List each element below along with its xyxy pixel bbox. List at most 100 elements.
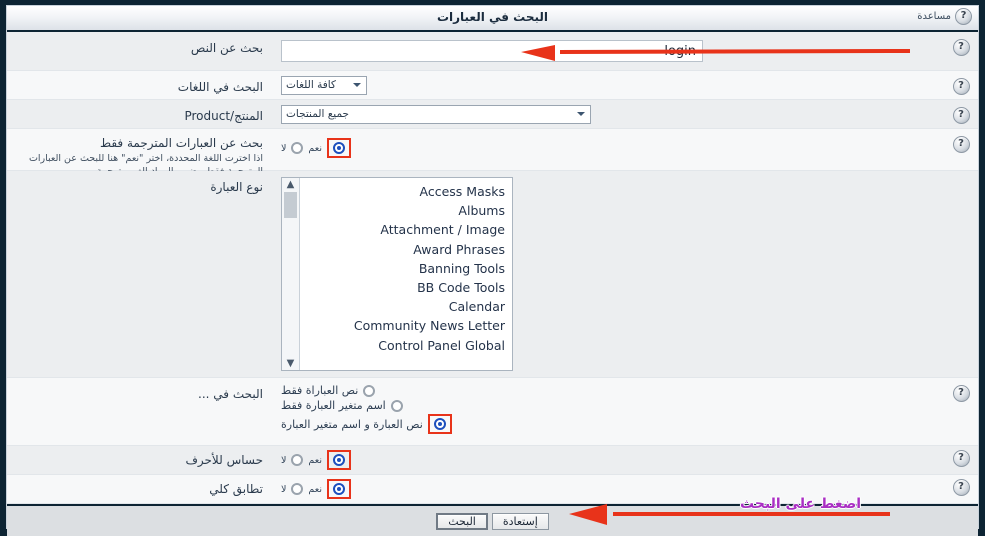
- list-item[interactable]: Attachment / Image: [304, 220, 505, 239]
- language-select-value: كافة اللغات: [286, 79, 336, 91]
- row-help-exact-match[interactable]: [944, 475, 978, 503]
- list-item[interactable]: Control Panel Global: [304, 336, 505, 355]
- question-mark-icon[interactable]: [952, 107, 970, 124]
- case-sensitive-yes-radio[interactable]: [332, 454, 345, 466]
- case-sensitive-yes-label: نعم: [308, 454, 322, 466]
- phrase-type-listbox[interactable]: ▲ ▼ Access Masks Albums Attachment / Ima…: [281, 177, 513, 371]
- field-search-languages: كافة اللغات: [273, 71, 944, 99]
- window-frame: البحث في العبارات مساعدة بحث عن النص: [0, 0, 985, 536]
- field-case-sensitive: نعم لا: [273, 446, 944, 474]
- translated-only-radio-group: نعم لا: [281, 138, 351, 158]
- product-select[interactable]: جميع المنتجات: [281, 104, 591, 124]
- label-case-sensitive: حساس للأحرف: [185, 453, 263, 467]
- exact-match-yes-label: نعم: [308, 483, 322, 495]
- label-exact-match: تطابق كلي: [209, 482, 263, 496]
- highlight-box-case-sensitive-yes: [326, 450, 351, 470]
- row-exact-match: نعم لا تطابق كلي: [7, 475, 978, 504]
- search-text-input[interactable]: [281, 40, 703, 62]
- search-in-radio-group: نص العباراة فقط اسم متغير العبارة فقط نص…: [281, 384, 452, 434]
- search-in-option-2[interactable]: نص العبارة و اسم متغير العبارة: [281, 414, 452, 434]
- question-mark-icon[interactable]: [952, 78, 970, 95]
- case-sensitive-no-label: لا: [281, 454, 287, 466]
- translated-only-yes-label: نعم: [308, 142, 322, 154]
- language-select[interactable]: كافة اللغات: [281, 75, 367, 95]
- chevron-down-icon: [352, 80, 363, 91]
- exact-match-no-radio[interactable]: [291, 483, 304, 495]
- translated-only-no-label: لا: [281, 142, 287, 154]
- search-in-radio-1[interactable]: [390, 399, 403, 412]
- field-exact-match: نعم لا: [273, 475, 944, 503]
- chevron-down-icon[interactable]: ▼: [287, 359, 295, 369]
- field-translated-only: نعم لا: [273, 129, 944, 170]
- highlight-box-exact-match-yes: [326, 479, 351, 499]
- search-in-label-0: نص العباراة فقط: [281, 384, 359, 397]
- field-phrase-type: ▲ ▼ Access Masks Albums Attachment / Ima…: [273, 171, 944, 377]
- list-item[interactable]: Community News Letter: [304, 316, 505, 335]
- label-translated-only-main: بحث عن العبارات المترجمة فقط: [99, 136, 263, 150]
- highlight-box-search-in-selected: [427, 414, 452, 434]
- row-product: جميع المنتجات المنتج/Product: [7, 100, 978, 129]
- translated-only-no-radio[interactable]: [291, 142, 304, 154]
- chevron-up-icon[interactable]: ▲: [287, 180, 295, 190]
- search-in-radio-2[interactable]: [433, 418, 446, 430]
- panel-titlebar: البحث في العبارات مساعدة: [7, 6, 978, 32]
- scrollbar-thumb[interactable]: [284, 192, 297, 218]
- list-item[interactable]: BB Code Tools: [304, 278, 505, 297]
- row-phrase-type: ▲ ▼ Access Masks Albums Attachment / Ima…: [7, 171, 978, 378]
- row-help-search-text[interactable]: [944, 32, 978, 70]
- exact-match-no-label: لا: [281, 483, 287, 495]
- question-mark-icon[interactable]: [952, 479, 970, 496]
- search-in-radio-0[interactable]: [363, 384, 376, 397]
- phrase-type-option-list: Access Masks Albums Attachment / Image A…: [300, 178, 512, 370]
- form-rows: بحث عن النص كافة اللغات البحث في اللغات: [7, 32, 978, 504]
- search-in-option-1[interactable]: اسم متغير العبارة فقط: [281, 399, 403, 412]
- field-search-in: نص العباراة فقط اسم متغير العبارة فقط نص…: [273, 378, 944, 445]
- search-in-label-1: اسم متغير العبارة فقط: [281, 399, 386, 412]
- exact-match-yes-radio[interactable]: [332, 483, 345, 495]
- list-item[interactable]: Banning Tools: [304, 259, 505, 278]
- highlight-box-translated-yes: [326, 138, 351, 158]
- label-search-in: البحث في ...: [198, 387, 263, 401]
- question-mark-icon[interactable]: [952, 385, 970, 402]
- question-mark-icon[interactable]: [952, 450, 970, 467]
- list-item[interactable]: Calendar: [304, 297, 505, 316]
- admin-panel: البحث في العبارات مساعدة بحث عن النص: [6, 5, 979, 536]
- list-item[interactable]: Albums: [304, 201, 505, 220]
- list-item[interactable]: Award Phrases: [304, 240, 505, 259]
- row-help-case-sensitive[interactable]: [944, 446, 978, 474]
- case-sensitive-no-radio[interactable]: [291, 454, 304, 466]
- label-product: المنتج/Product: [184, 109, 263, 123]
- row-help-languages[interactable]: [944, 71, 978, 99]
- case-sensitive-radio-group: نعم لا: [281, 450, 351, 470]
- row-help-product[interactable]: [944, 100, 978, 128]
- question-mark-icon[interactable]: [952, 136, 970, 153]
- search-button[interactable]: البحث: [436, 512, 488, 530]
- question-mark-icon[interactable]: [955, 8, 972, 25]
- label-translated-only: بحث عن العبارات المترجمة فقط اذا اخترت ا…: [7, 129, 273, 177]
- translated-only-yes-radio[interactable]: [332, 142, 345, 154]
- label-search-languages: البحث في اللغات: [177, 80, 263, 94]
- page-title: البحث في العبارات: [436, 10, 549, 24]
- label-search-text: بحث عن النص: [190, 41, 263, 55]
- panel-footer: إستعادة البحث: [7, 504, 978, 536]
- exact-match-radio-group: نعم لا: [281, 479, 351, 499]
- chevron-down-icon: [576, 109, 587, 120]
- field-search-text: [273, 32, 944, 70]
- question-mark-icon[interactable]: [952, 39, 970, 56]
- help-label: مساعدة: [917, 11, 951, 22]
- reset-button[interactable]: إستعادة: [491, 512, 549, 530]
- row-case-sensitive: نعم لا حساس للأحرف: [7, 446, 978, 475]
- search-in-option-0[interactable]: نص العباراة فقط: [281, 384, 376, 397]
- field-product: جميع المنتجات: [273, 100, 944, 128]
- listbox-scrollbar[interactable]: ▲ ▼: [282, 178, 300, 370]
- row-help-search-in[interactable]: [944, 378, 978, 445]
- help-link[interactable]: مساعدة: [917, 8, 972, 25]
- product-select-value: جميع المنتجات: [286, 108, 350, 120]
- search-in-label-2: نص العبارة و اسم متغير العبارة: [281, 417, 423, 431]
- row-translated-only: نعم لا بحث عن العبارات المترجمة فقط اذا …: [7, 129, 978, 177]
- row-help-translated-only[interactable]: [944, 129, 978, 170]
- row-search-in: نص العباراة فقط اسم متغير العبارة فقط نص…: [7, 378, 978, 446]
- list-item[interactable]: Access Masks: [304, 182, 505, 201]
- row-search-text: بحث عن النص: [7, 32, 978, 71]
- row-search-languages: كافة اللغات البحث في اللغات: [7, 71, 978, 100]
